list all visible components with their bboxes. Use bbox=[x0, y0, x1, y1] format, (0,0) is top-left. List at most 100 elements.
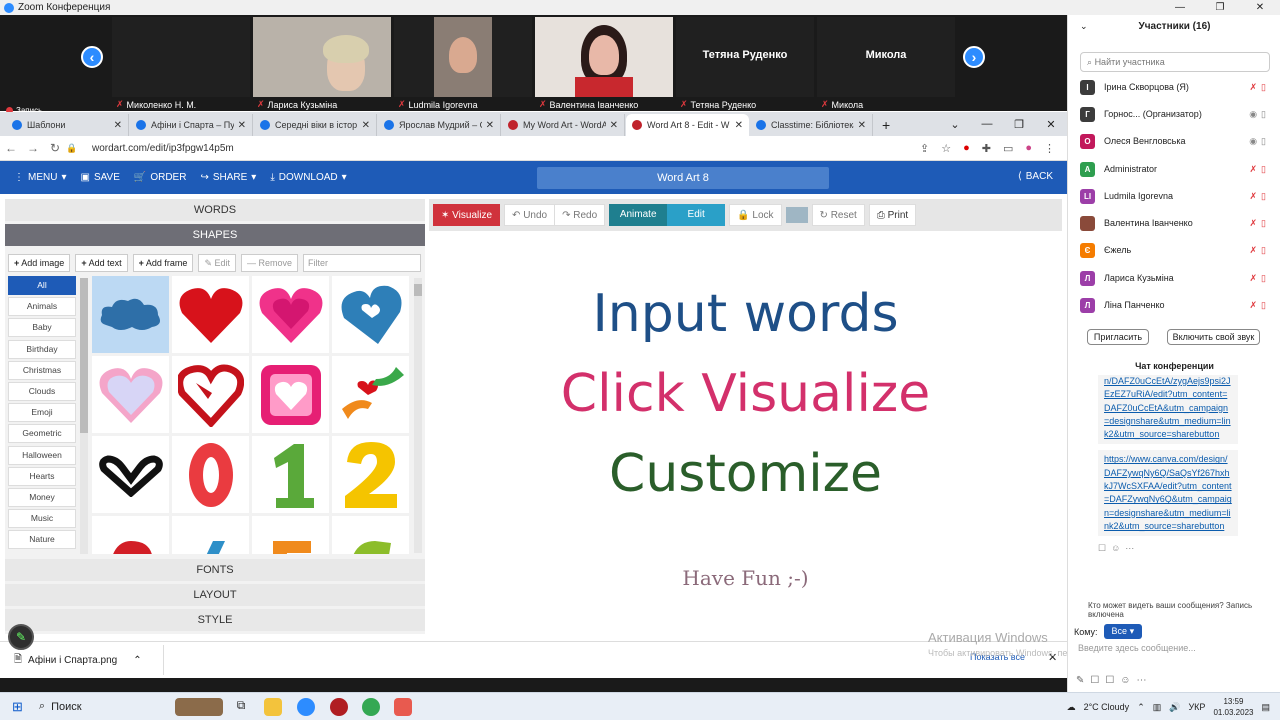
chat-message-input[interactable]: Введите здесь сообщение... bbox=[1078, 643, 1196, 653]
filter-input[interactable]: Filter bbox=[303, 254, 422, 272]
participant-row[interactable]: О Олеся Венгловська ◉▯ bbox=[1080, 131, 1270, 151]
reset-button[interactable]: ↻ Reset bbox=[811, 204, 865, 226]
artwork-title-field[interactable]: Word Art 8 bbox=[537, 167, 829, 189]
participant-row[interactable]: Г Горнос... (Организатор) ◉▯ bbox=[1080, 104, 1270, 124]
section-fonts[interactable]: FONTS bbox=[5, 559, 425, 581]
maximize-icon[interactable]: ❐ bbox=[1200, 0, 1240, 15]
video-tile[interactable]: ✗ Миколенко Н. М. bbox=[112, 17, 250, 110]
undo-button[interactable]: ↶ Undo bbox=[504, 204, 556, 226]
category-item[interactable]: Music bbox=[8, 509, 76, 529]
file-explorer-icon[interactable] bbox=[264, 698, 282, 716]
browser-tab[interactable]: Ярослав Мудрий – G ✕ bbox=[378, 114, 501, 136]
section-words[interactable]: WORDS bbox=[5, 199, 425, 221]
add-image-button[interactable]: + Add image bbox=[8, 254, 71, 272]
digit-five-shape[interactable] bbox=[252, 516, 329, 554]
video-tile[interactable]: Микола ✗ Микола bbox=[817, 17, 955, 110]
tab-close-icon[interactable]: ✕ bbox=[238, 120, 246, 131]
save-button[interactable]: ▣ SAVE bbox=[80, 172, 119, 183]
category-item[interactable]: Hearts bbox=[8, 466, 76, 486]
browser-tab-active[interactable]: Word Art 8 - Edit - W ✕ bbox=[626, 114, 749, 136]
category-scrollbar[interactable] bbox=[80, 278, 88, 554]
chevron-up-icon[interactable]: ⌃ bbox=[133, 655, 141, 666]
digit-one-shape[interactable] bbox=[252, 436, 329, 513]
extensions-icon[interactable]: ✚ bbox=[982, 142, 991, 155]
lock-icon[interactable]: 🔒 bbox=[66, 143, 77, 154]
category-item[interactable]: Christmas bbox=[8, 360, 76, 380]
url-field[interactable]: wordart.com/edit/ip3fpgw14p5m bbox=[92, 143, 920, 154]
chat-message-link[interactable]: n/DAFZ0uCcEtA/zygAejs9psi2JEzEZ7uRiA/edi… bbox=[1098, 375, 1238, 445]
lock-button[interactable]: 🔒 Lock bbox=[729, 204, 782, 226]
zoom-app-icon[interactable] bbox=[297, 698, 315, 716]
tab-close-icon[interactable]: ✕ bbox=[858, 120, 866, 131]
participant-row[interactable]: Л Лариса Кузьміна ✗▯ bbox=[1080, 268, 1270, 288]
print-button[interactable]: ⎙ Print bbox=[868, 204, 917, 226]
windows-start-icon[interactable]: ⊞ bbox=[12, 699, 23, 715]
category-item[interactable]: Geometric bbox=[8, 424, 76, 444]
kebab-menu-icon[interactable]: ⋮ bbox=[1044, 142, 1055, 155]
scroll-thumb[interactable] bbox=[414, 284, 422, 296]
task-view-icon[interactable]: ⧉ bbox=[232, 698, 250, 716]
tray-chevron-icon[interactable]: ⌃ bbox=[1137, 702, 1145, 713]
message-actions[interactable]: ☐☺⋯ bbox=[1098, 542, 1238, 555]
arrow-heart-shape[interactable] bbox=[172, 356, 249, 433]
section-layout[interactable]: LAYOUT bbox=[5, 584, 425, 606]
digit-two-shape[interactable] bbox=[332, 436, 409, 513]
language-indicator[interactable]: УКР bbox=[1188, 702, 1205, 712]
share-icon[interactable]: ⇪ bbox=[920, 142, 929, 155]
section-style[interactable]: STYLE bbox=[5, 609, 425, 631]
video-tile[interactable]: Тетяна Руденко ✗ Тетяна Руденко bbox=[676, 17, 814, 110]
order-button[interactable]: 🛒 ORDER bbox=[134, 172, 187, 183]
app-icon[interactable] bbox=[394, 698, 412, 716]
restore-icon[interactable]: ❐ bbox=[1003, 118, 1035, 131]
chat-toolbar-icons[interactable]: ✎☐☐☺⋯ bbox=[1076, 675, 1153, 686]
digit-six-shape[interactable] bbox=[332, 516, 409, 554]
next-page-button[interactable]: › bbox=[963, 46, 985, 68]
recipient-select[interactable]: Все ▾ bbox=[1103, 624, 1143, 639]
network-icon[interactable]: ▥ bbox=[1153, 702, 1162, 713]
edit-shape-button[interactable]: ✎ Edit bbox=[198, 254, 236, 272]
reload-icon[interactable]: ↻ bbox=[44, 141, 66, 155]
forward-arrow-icon[interactable]: → bbox=[22, 141, 44, 155]
category-item[interactable]: Baby bbox=[8, 318, 76, 338]
back-button[interactable]: ⟨ BACK bbox=[1018, 171, 1053, 182]
color-swatch[interactable] bbox=[785, 207, 808, 223]
participant-row[interactable]: Є Єжель ✗▯ bbox=[1080, 240, 1270, 260]
notification-icon[interactable]: ▤ bbox=[1261, 702, 1270, 713]
avatar[interactable]: ● bbox=[1025, 142, 1032, 155]
hand-heart-shape[interactable] bbox=[92, 436, 169, 513]
category-item[interactable]: Halloween bbox=[8, 445, 76, 465]
add-frame-button[interactable]: + Add frame bbox=[132, 254, 194, 272]
digit-four-shape[interactable] bbox=[172, 516, 249, 554]
section-shapes[interactable]: SHAPES bbox=[5, 224, 425, 246]
download-item[interactable]: 🗎 Афіни і Спарта.png ⌃ bbox=[14, 645, 164, 675]
add-text-button[interactable]: + Add text bbox=[75, 254, 128, 272]
tab-close-icon[interactable]: ✕ bbox=[486, 120, 494, 131]
tab-close-icon[interactable]: ✕ bbox=[610, 120, 618, 131]
scroll-thumb[interactable] bbox=[80, 278, 88, 433]
prev-page-button[interactable]: ‹ bbox=[81, 46, 103, 68]
participant-row[interactable]: LI Ludmila Igorevna ✗▯ bbox=[1080, 186, 1270, 206]
chat-message-link[interactable]: https://www.canva.com/design/DAFZywqNy6Q… bbox=[1098, 450, 1238, 537]
star-icon[interactable]: ☆ bbox=[941, 142, 951, 155]
video-tile[interactable]: ✗ Валентина Іванченко bbox=[535, 17, 673, 110]
weather-text[interactable]: 2°C Cloudy bbox=[1084, 702, 1130, 712]
participant-row[interactable]: A Administrator ✗▯ bbox=[1080, 159, 1270, 179]
category-item[interactable]: Money bbox=[8, 487, 76, 507]
category-item[interactable]: Nature bbox=[8, 530, 76, 550]
new-tab-button[interactable]: + bbox=[882, 117, 890, 133]
participant-row[interactable]: Л Ліна Панченко ✗▯ bbox=[1080, 295, 1270, 315]
remove-shape-button[interactable]: — Remove bbox=[241, 254, 299, 272]
category-item[interactable]: Birthday bbox=[8, 339, 76, 359]
opera-icon[interactable]: ● bbox=[963, 142, 970, 155]
participant-search-input[interactable]: ⌕ Найти участника bbox=[1080, 52, 1270, 72]
category-item[interactable]: All bbox=[8, 276, 76, 295]
participant-row[interactable]: Валентина Іванченко ✗▯ bbox=[1080, 213, 1270, 233]
lavender-heart-shape[interactable] bbox=[92, 356, 169, 433]
sidebar-icon[interactable]: ▭ bbox=[1003, 142, 1013, 155]
back-arrow-icon[interactable]: ← bbox=[0, 141, 22, 155]
category-item[interactable]: Animals bbox=[8, 297, 76, 317]
close-icon[interactable]: ✕ bbox=[1240, 0, 1280, 15]
wordart-canvas[interactable]: Input words Click Visualize Customize Ha… bbox=[429, 232, 1062, 634]
redo-button[interactable]: ↷ Redo bbox=[554, 204, 606, 226]
browser-tab[interactable]: Classtime: Бібліотека ✕ bbox=[750, 114, 873, 136]
